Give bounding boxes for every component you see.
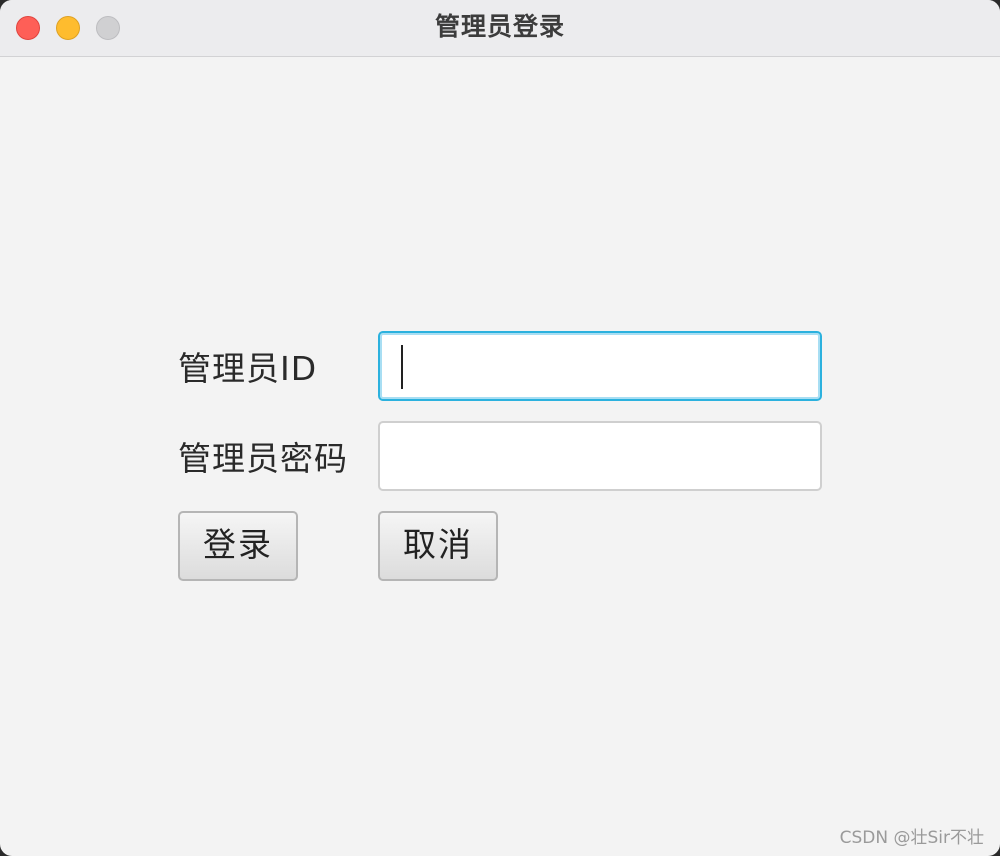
admin-password-input[interactable] [378,421,822,491]
admin-id-label: 管理员ID [178,349,318,388]
login-window: 管理员登录 管理员ID 管理员密码 登录 取消 CSDN @壮Sir不壮 [0,0,1000,856]
text-caret [401,345,403,389]
watermark: CSDN @壮Sir不壮 [839,828,984,848]
cancel-button[interactable]: 取消 [378,511,498,581]
title-bar[interactable]: 管理员登录 [0,0,1000,57]
login-button[interactable]: 登录 [178,511,298,581]
window-title: 管理员登录 [434,12,565,41]
admin-password-label: 管理员密码 [178,439,348,478]
admin-id-input[interactable] [378,331,822,401]
